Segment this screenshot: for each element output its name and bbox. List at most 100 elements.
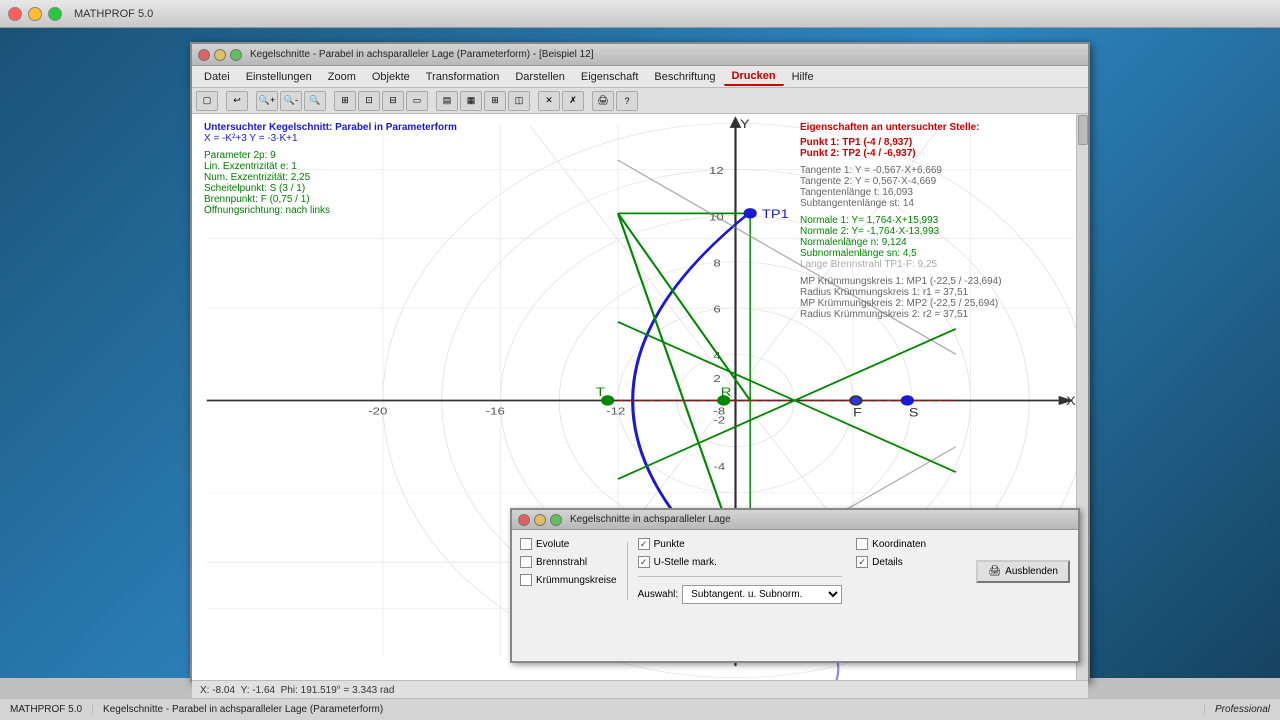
coord-phi: Phi: 191.519° = 3.343 rad bbox=[281, 685, 395, 696]
lin-exz: Lin. Exzentrizität e: 1 bbox=[204, 161, 457, 172]
tangente1: Tangente 1: Y = -0,567·X+6,669 bbox=[800, 165, 1080, 176]
tb-close-x[interactable]: ✕ bbox=[538, 91, 560, 111]
svg-text:-4: -4 bbox=[713, 460, 725, 472]
svg-text:-16: -16 bbox=[486, 405, 506, 417]
tangentenlaenge: Tangentenlänge t: 16,093 bbox=[800, 187, 1080, 198]
auswahl-select[interactable]: Subtangent. u. Subnorm. bbox=[682, 585, 842, 604]
os-close-btn[interactable] bbox=[8, 7, 22, 21]
svg-text:TP1: TP1 bbox=[762, 207, 789, 220]
svg-text:-2: -2 bbox=[713, 414, 725, 426]
hide-section: 🖨 Ausblenden bbox=[976, 538, 1070, 604]
svg-text:12: 12 bbox=[709, 164, 724, 176]
punkte-checkbox[interactable] bbox=[638, 538, 650, 550]
dialog-max-btn[interactable] bbox=[550, 514, 562, 526]
hide-icon: 🖨 bbox=[988, 566, 1001, 577]
details-label: Details bbox=[872, 557, 903, 568]
menu-darstellen[interactable]: Darstellen bbox=[507, 69, 573, 85]
dialog-col-1: Evolute Brennstrahl Krümmungskreise bbox=[520, 538, 617, 604]
u-stelle-row: U-Stelle mark. bbox=[638, 556, 843, 568]
menu-transformation[interactable]: Transformation bbox=[418, 69, 508, 85]
radius2: Radius Krümmungskreis 2: r2 = 37,51 bbox=[800, 309, 1080, 320]
hide-button[interactable]: 🖨 Ausblenden bbox=[976, 560, 1070, 583]
scheitel: Scheitelpunkt: S (3 / 1) bbox=[204, 183, 457, 194]
u-stelle-label: U-Stelle mark. bbox=[654, 557, 717, 568]
details-checkbox[interactable] bbox=[856, 556, 868, 568]
tb-grid[interactable]: ⊞ bbox=[334, 91, 356, 111]
tb-snap[interactable]: ⊡ bbox=[358, 91, 380, 111]
tb-print[interactable]: 🖨 bbox=[592, 91, 614, 111]
punkt2: Punkt 2: TP2 (-4 / -6,937) bbox=[800, 148, 1080, 159]
graph-formula: X = -K²+3 Y = -3·K+1 bbox=[204, 133, 457, 144]
h-divider bbox=[638, 576, 843, 577]
svg-text:-20: -20 bbox=[368, 405, 388, 417]
kruemmung-label: Krümmungskreise bbox=[536, 575, 617, 586]
tb-zoom-out[interactable]: 🔍- bbox=[280, 91, 302, 111]
num-exz: Num. Exzentrizität: 2,25 bbox=[204, 172, 457, 183]
graph-statusbar: X: -8.04 Y: -1.64 Phi: 191.519° = 3.343 … bbox=[192, 680, 1088, 700]
os-titlebar: MATHPROF 5.0 bbox=[0, 0, 1280, 28]
graph-info: Untersuchter Kegelschnitt: Parabel in Pa… bbox=[204, 122, 457, 216]
brenn: Brennpunkt: F (0,75 / 1) bbox=[204, 194, 457, 205]
koordinaten-checkbox[interactable] bbox=[856, 538, 868, 550]
kruemmung-checkbox[interactable] bbox=[520, 574, 532, 586]
graph-param: Parameter 2p: 9 Lin. Exzentrizität e: 1 … bbox=[204, 150, 457, 216]
dialog-title: Kegelschnitte in achsparalleler Lage bbox=[570, 514, 731, 525]
koordinaten-row: Koordinaten bbox=[856, 538, 926, 550]
tb-pointer[interactable]: ▢ bbox=[196, 91, 218, 111]
tb-axes[interactable]: ⊟ bbox=[382, 91, 404, 111]
toolbar: ▢ ↩ 🔍+ 🔍- 🔍 ⊞ ⊡ ⊟ ▭ ▤ ▦ ⊞ ◫ ✕ ✗ 🖨 ? bbox=[192, 88, 1088, 114]
tb-undo[interactable]: ↩ bbox=[226, 91, 248, 111]
menu-objekte[interactable]: Objekte bbox=[364, 69, 418, 85]
os-title: MATHPROF 5.0 bbox=[74, 8, 153, 20]
svg-text:-12: -12 bbox=[606, 405, 625, 417]
graph-title: Untersuchter Kegelschnitt: Parabel in Pa… bbox=[204, 122, 457, 133]
subtangentenlaenge: Subtangentenlänge st: 14 bbox=[800, 198, 1080, 209]
dialog-titlebar: Kegelschnitte in achsparalleler Lage bbox=[512, 510, 1078, 530]
os-minimize-btn[interactable] bbox=[28, 7, 42, 21]
tb-zoom-reset[interactable]: 🔍 bbox=[304, 91, 326, 111]
os-status-edition: Professional bbox=[1205, 704, 1280, 715]
os-window: MATHPROF 5.0 Kegelschnitte - Parabel in … bbox=[0, 0, 1280, 720]
menu-beschriftung[interactable]: Beschriftung bbox=[646, 69, 723, 85]
svg-text:R: R bbox=[721, 385, 732, 398]
dialog-col-2: Punkte U-Stelle mark. Auswahl: Subtangen… bbox=[638, 538, 843, 604]
svg-text:T: T bbox=[596, 385, 605, 398]
auswahl-row: Auswahl: Subtangent. u. Subnorm. bbox=[638, 585, 843, 604]
tb-zoom-in[interactable]: 🔍+ bbox=[256, 91, 278, 111]
app-minimize-btn[interactable] bbox=[214, 49, 226, 61]
divider bbox=[627, 542, 628, 600]
tb-split2[interactable]: ◫ bbox=[508, 91, 530, 111]
menu-hilfe[interactable]: Hilfe bbox=[784, 69, 822, 85]
mp1: MP Krümmungskreis 1: MP1 (-22,5 / -23,69… bbox=[800, 276, 1080, 287]
menu-eigenschaft[interactable]: Eigenschaft bbox=[573, 69, 646, 85]
menu-drucken[interactable]: Drucken bbox=[724, 68, 784, 86]
tb-table2[interactable]: ▦ bbox=[460, 91, 482, 111]
tb-split[interactable]: ⊞ bbox=[484, 91, 506, 111]
tb-box1[interactable]: ▭ bbox=[406, 91, 428, 111]
u-stelle-checkbox[interactable] bbox=[638, 556, 650, 568]
hide-label: Ausblenden bbox=[1005, 566, 1058, 577]
dialog-content: Evolute Brennstrahl Krümmungskreise Punk… bbox=[512, 530, 1078, 612]
radius1: Radius Krümmungskreis 1: r1 = 37,51 bbox=[800, 287, 1080, 298]
app-maximize-btn[interactable] bbox=[230, 49, 242, 61]
menu-zoom[interactable]: Zoom bbox=[320, 69, 364, 85]
evolute-row: Evolute bbox=[520, 538, 617, 550]
dialog-min-btn[interactable] bbox=[534, 514, 546, 526]
tb-help[interactable]: ? bbox=[616, 91, 638, 111]
dialog-window: Kegelschnitte in achsparalleler Lage Evo… bbox=[510, 508, 1080, 663]
app-close-btn[interactable] bbox=[198, 49, 210, 61]
menu-datei[interactable]: Datei bbox=[196, 69, 238, 85]
brennstrahl-checkbox[interactable] bbox=[520, 556, 532, 568]
normale2: Normale 2: Y= -1,764·X-13,993 bbox=[800, 226, 1080, 237]
os-maximize-btn[interactable] bbox=[48, 7, 62, 21]
param-label: Parameter 2p: 9 bbox=[204, 150, 457, 161]
tb-table[interactable]: ▤ bbox=[436, 91, 458, 111]
menu-einstellungen[interactable]: Einstellungen bbox=[238, 69, 320, 85]
evolute-checkbox[interactable] bbox=[520, 538, 532, 550]
dialog-close-btn[interactable] bbox=[518, 514, 530, 526]
mp2: MP Krümmungskreis 2: MP2 (-22,5 / 25,694… bbox=[800, 298, 1080, 309]
koordinaten-label: Koordinaten bbox=[872, 539, 926, 550]
svg-text:2: 2 bbox=[713, 372, 720, 384]
brennstrahl-row: Brennstrahl bbox=[520, 556, 617, 568]
tb-close-x2[interactable]: ✗ bbox=[562, 91, 584, 111]
